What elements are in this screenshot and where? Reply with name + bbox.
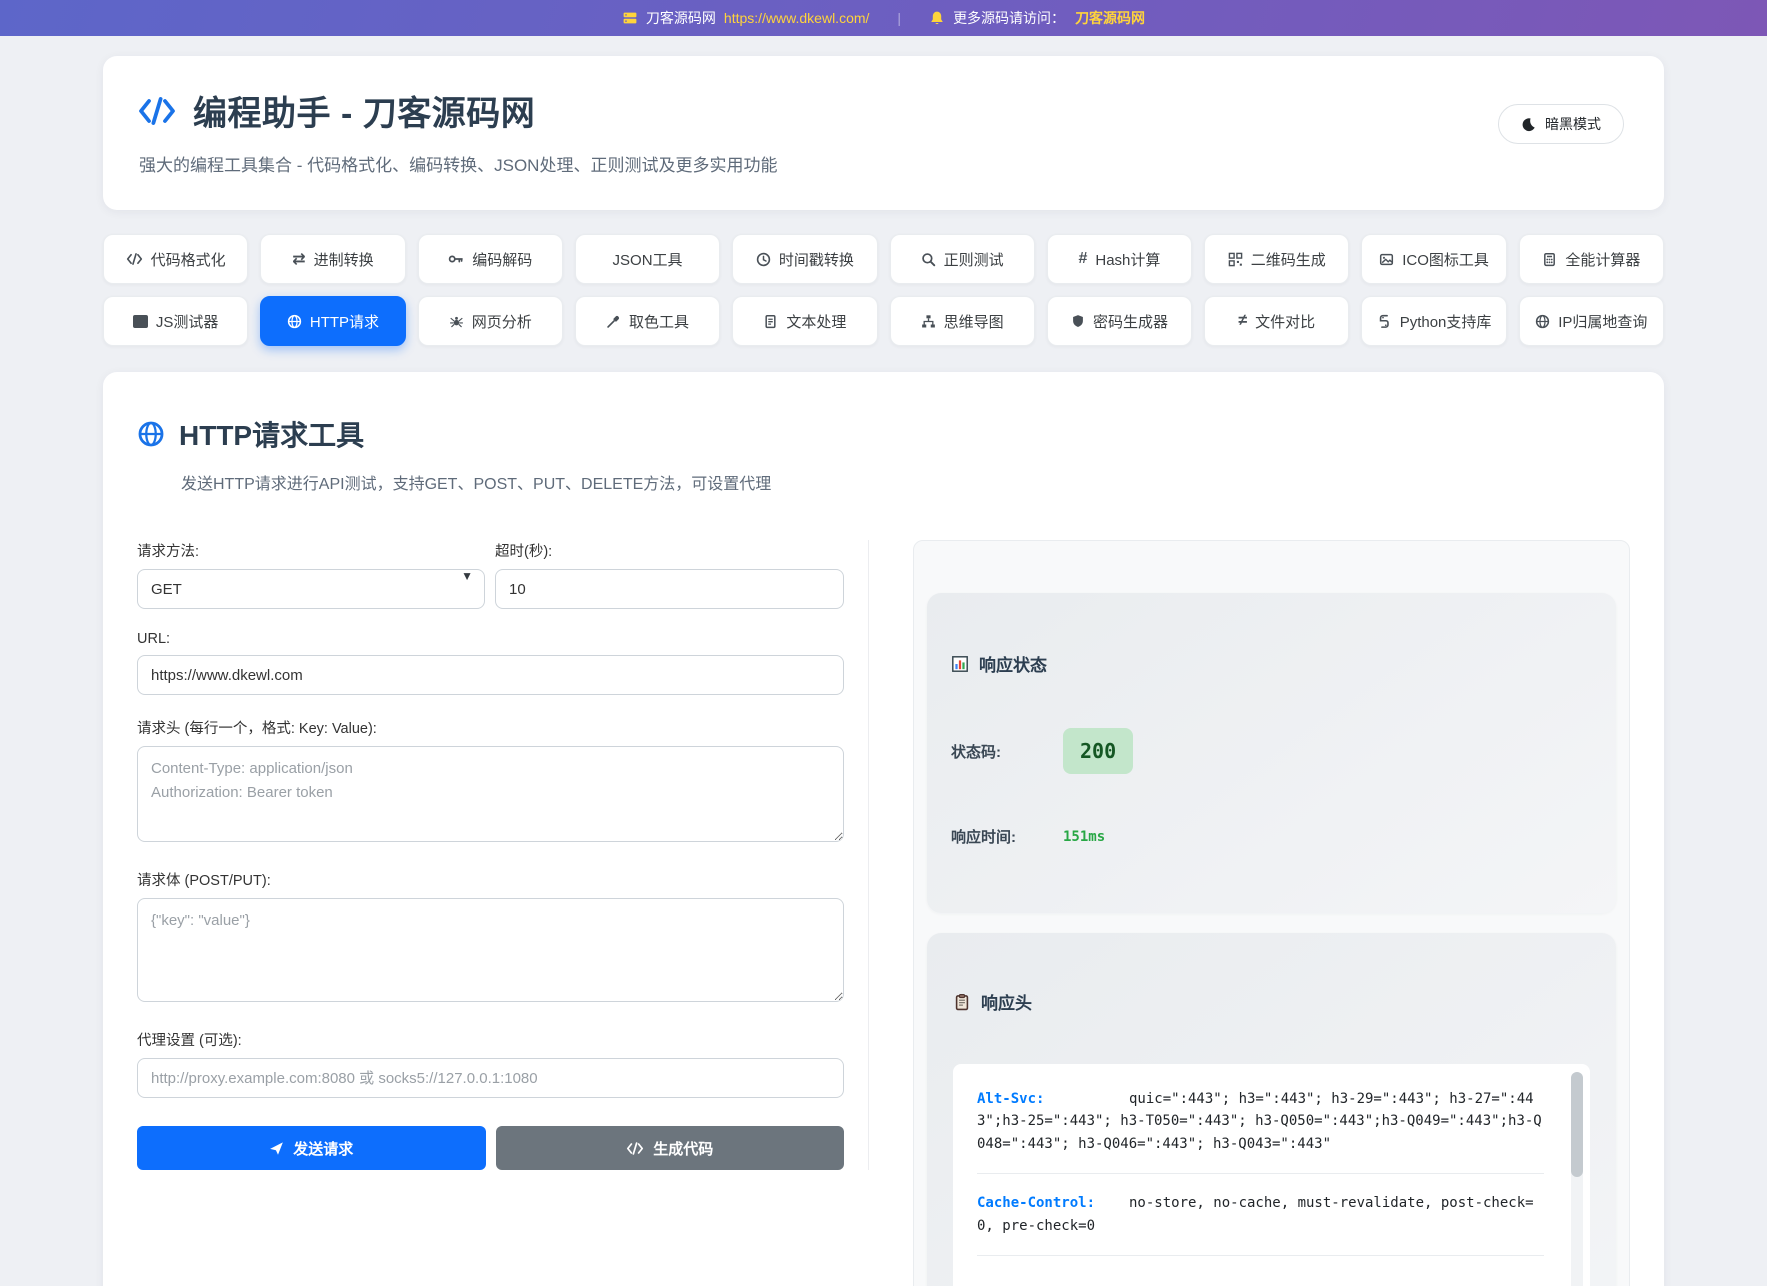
method-label: 请求方法: <box>137 540 485 561</box>
url-input[interactable] <box>137 655 844 695</box>
timeout-label: 超时(秒): <box>495 540 844 561</box>
hash-icon: # <box>1078 250 1087 268</box>
nav-item-mindmap[interactable]: 思维导图 <box>890 296 1035 346</box>
header-entry: Cache-Control:no-store, no-cache, must-r… <box>977 1192 1544 1256</box>
scrollbar-thumb[interactable] <box>1571 1072 1583 1177</box>
header-key: Cache-Control: <box>977 1192 1129 1214</box>
chevron-down-icon: ▼ <box>461 569 473 583</box>
headers-label: 请求头 (每行一个，格式: Key: Value): <box>137 717 844 738</box>
eyedropper-icon <box>606 314 621 329</box>
nav-item-json-tool[interactable]: JSON工具 <box>575 234 720 284</box>
response-headers-card: 响应头 Alt-Svc:quic=":443"; h3=":443"; h3-2… <box>927 933 1616 1286</box>
clipboard-icon <box>953 993 971 1011</box>
key-icon <box>448 251 464 267</box>
topbar-divider: | <box>897 10 901 26</box>
sitemap-icon <box>921 314 936 329</box>
nav-item-ico-tool[interactable]: ICO图标工具 <box>1361 234 1506 284</box>
page-header-card: 编程助手 - 刀客源码网 强大的编程工具集合 - 代码格式化、编码转换、JSON… <box>103 56 1664 210</box>
image-icon <box>1379 252 1394 267</box>
header-entry: Alt-Svc:quic=":443"; h3=":443"; h3-29=":… <box>977 1088 1544 1174</box>
calculator-icon <box>1542 252 1557 267</box>
tool-description: 发送HTTP请求进行API测试，支持GET、POST、PUT、DELETE方法，… <box>181 470 1630 494</box>
http-tool-card: HTTP请求工具 发送HTTP请求进行API测试，支持GET、POST、PUT、… <box>103 372 1664 1286</box>
response-headers-box: Alt-Svc:quic=":443"; h3=":443"; h3-29=":… <box>953 1064 1590 1286</box>
page-subtitle: 强大的编程工具集合 - 代码格式化、编码转换、JSON处理、正则测试及更多实用功… <box>139 151 777 176</box>
topbar-site-url-link[interactable]: https://www.dkewl.com/ <box>724 10 870 26</box>
globe-icon <box>1535 314 1550 329</box>
response-time-value: 151ms <box>1063 829 1105 845</box>
nav-item-color-picker[interactable]: 取色工具 <box>575 296 720 346</box>
status-code-label: 状态码: <box>951 741 1063 762</box>
topbar-more-text: 更多源码请访问： <box>953 8 1065 28</box>
python-icon <box>1377 314 1392 329</box>
js-icon: JS <box>133 315 148 328</box>
nav-item-python-lib[interactable]: Python支持库 <box>1361 296 1506 346</box>
clock-icon <box>756 252 771 267</box>
body-label: 请求体 (POST/PUT): <box>137 869 844 890</box>
nav-item-web-analyze[interactable]: 网页分析 <box>418 296 563 346</box>
nav-item-qrcode[interactable]: 二维码生成 <box>1204 234 1349 284</box>
code-icon <box>626 1141 644 1156</box>
bell-icon <box>929 10 945 26</box>
nav-item-hash-calc[interactable]: # Hash计算 <box>1047 234 1192 284</box>
search-icon <box>921 252 936 267</box>
dark-mode-toggle-button[interactable]: 暗黑模式 <box>1498 104 1624 144</box>
response-time-label: 响应时间: <box>951 826 1063 847</box>
url-label: URL: <box>137 631 844 647</box>
proxy-input[interactable] <box>137 1058 844 1098</box>
request-headers-textarea[interactable] <box>137 746 844 842</box>
request-body-textarea[interactable] <box>137 898 844 1002</box>
nav-item-base-convert[interactable]: ⇄ 进制转换 <box>260 234 405 284</box>
nav-item-timestamp[interactable]: 时间戳转换 <box>732 234 877 284</box>
request-form: 请求方法: GET ▼ 超时(秒): URL: <box>137 540 869 1170</box>
nav-item-password-gen[interactable]: 密码生成器 <box>1047 296 1192 346</box>
server-icon <box>622 10 638 26</box>
status-code-badge: 200 <box>1063 728 1133 774</box>
swap-icon: ⇄ <box>292 249 305 269</box>
send-icon <box>269 1141 284 1156</box>
code-icon <box>126 252 143 266</box>
nav-item-http-request[interactable]: HTTP请求 <box>260 296 405 346</box>
tool-nav-grid: 代码格式化 ⇄ 进制转换 编码解码 JSON工具 时间戳转换 正则测试 # Ha… <box>103 234 1664 346</box>
proxy-label: 代理设置 (可选): <box>137 1029 844 1050</box>
nav-item-code-format[interactable]: 代码格式化 <box>103 234 248 284</box>
timeout-input[interactable] <box>495 569 844 609</box>
response-panel: 响应状态 状态码: 200 响应时间: 151ms <box>913 540 1630 1286</box>
moon-icon <box>1521 117 1536 132</box>
nav-item-js-tester[interactable]: JS JS测试器 <box>103 296 248 346</box>
bar-chart-icon <box>951 655 969 673</box>
generate-code-button[interactable]: 生成代码 <box>496 1126 845 1170</box>
code-brackets-icon <box>137 94 177 128</box>
globe-icon <box>287 314 302 329</box>
nav-item-encode-decode[interactable]: 编码解码 <box>418 234 563 284</box>
shield-icon <box>1071 314 1085 328</box>
topbar-more-link[interactable]: 刀客源码网 <box>1075 8 1145 28</box>
qrcode-icon <box>1228 252 1243 267</box>
document-icon <box>763 314 778 329</box>
nav-item-file-diff[interactable]: ≠ 文件对比 <box>1204 296 1349 346</box>
not-equal-icon: ≠ <box>1238 312 1247 330</box>
page-title: 编程助手 - 刀客源码网 <box>193 86 535 135</box>
response-status-card: 响应状态 状态码: 200 响应时间: 151ms <box>927 593 1616 913</box>
spider-icon <box>449 314 464 329</box>
method-select[interactable]: GET ▼ <box>137 569 485 609</box>
topbar-site-name: 刀客源码网 <box>646 8 716 28</box>
nav-item-regex-test[interactable]: 正则测试 <box>890 234 1035 284</box>
nav-item-calculator[interactable]: 全能计算器 <box>1519 234 1664 284</box>
send-request-button[interactable]: 发送请求 <box>137 1126 486 1170</box>
header-key: Alt-Svc: <box>977 1088 1129 1110</box>
nav-item-text-process[interactable]: 文本处理 <box>732 296 877 346</box>
tool-title: HTTP请求工具 <box>179 414 364 454</box>
nav-item-ip-lookup[interactable]: IP归属地查询 <box>1519 296 1664 346</box>
top-announcement-bar: 刀客源码网 https://www.dkewl.com/ | 更多源码请访问： … <box>0 0 1767 36</box>
globe-icon <box>137 420 165 448</box>
